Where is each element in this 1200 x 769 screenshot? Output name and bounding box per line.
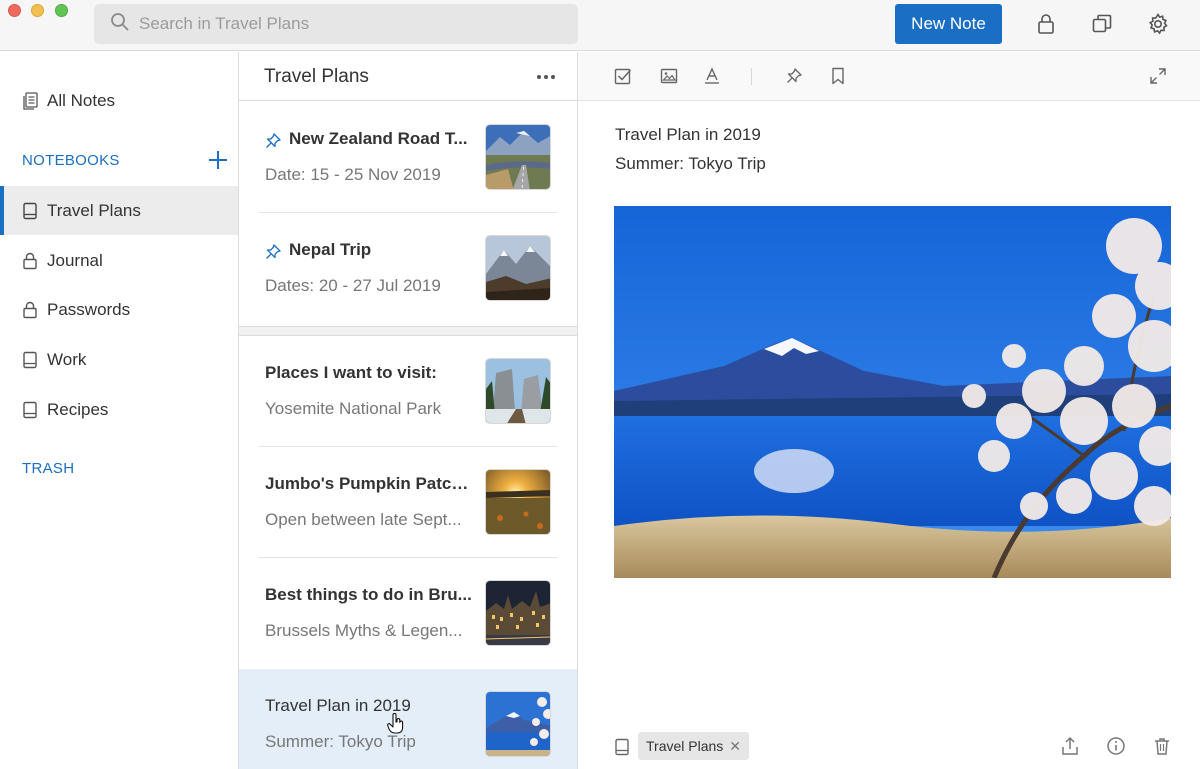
title-bar: New Note (0, 0, 1200, 51)
search-icon (110, 12, 129, 36)
note-editor: Travel Plan in 2019 Summer: Tokyo Trip T… (578, 52, 1200, 769)
hand-cursor-icon (387, 713, 405, 735)
sidebar-item-recipes[interactable]: Recipes (0, 385, 238, 434)
notebook-icon (21, 351, 39, 369)
sidebar-item-trash[interactable]: TRASH (22, 460, 74, 477)
pin-note-icon[interactable] (784, 66, 804, 86)
sidebar-item-label: Passwords (47, 299, 131, 319)
sidebar-item-label: Work (47, 349, 87, 369)
note-list: Travel Plans New Zealand Road T... Date:… (239, 52, 578, 769)
remove-tag-icon[interactable]: ✕ (729, 738, 741, 755)
new-note-button[interactable]: New Note (895, 4, 1002, 44)
note-image-mount-fuji[interactable] (614, 206, 1171, 578)
trash-icon[interactable] (1152, 736, 1172, 756)
note-thumbnail-fuji (485, 691, 551, 757)
search-input[interactable] (139, 14, 559, 34)
note-subtitle: Date: 15 - 25 Nov 2019 (265, 165, 441, 184)
note-subtitle: Brussels Myths & Legen... (265, 621, 463, 640)
note-list-item[interactable]: Places I want to visit: Yosemite Nationa… (239, 336, 577, 447)
sidebar-item-label: Journal (47, 250, 103, 270)
zoom-window-button[interactable] (55, 4, 68, 17)
lock-icon[interactable] (1034, 12, 1058, 36)
toolbar-divider (751, 68, 752, 85)
pinned-section-divider (239, 326, 577, 336)
notebook-tag-label: Travel Plans (646, 738, 724, 754)
note-thumbnail-mountains (485, 235, 551, 301)
settings-gear-icon[interactable] (1146, 12, 1170, 36)
note-list-header: Travel Plans (239, 52, 577, 101)
note-title: Travel Plan in 2019 (265, 696, 411, 715)
note-subtitle: Dates: 20 - 27 Jul 2019 (265, 276, 441, 295)
sidebar: All Notes NOTEBOOKS Travel Plans Journal… (0, 52, 239, 769)
note-list-item[interactable]: Jumbo's Pumpkin Patch... Open between la… (239, 447, 577, 558)
note-thumbnail-brussels (485, 580, 551, 646)
insert-image-icon[interactable] (659, 66, 679, 86)
note-title: Places I want to visit: (265, 363, 437, 382)
sidebar-item-passwords[interactable]: Passwords (0, 285, 238, 334)
note-title: Nepal Trip (289, 240, 372, 259)
expand-icon[interactable] (1148, 66, 1168, 86)
note-list-item[interactable]: Best things to do in Bru... Brussels Myt… (239, 558, 577, 669)
note-subtitle: Yosemite National Park (265, 399, 442, 418)
note-thumbnail-yosemite (485, 358, 551, 424)
notebooks-heading: NOTEBOOKS (22, 152, 120, 169)
note-thumbnail-pumpkin-patch (485, 469, 551, 535)
sidebar-item-label: Recipes (47, 399, 109, 419)
sidebar-item-all-notes[interactable]: All Notes (0, 76, 238, 125)
note-list-item[interactable]: New Zealand Road T... Date: 15 - 25 Nov … (239, 102, 577, 213)
checkbox-icon[interactable] (613, 66, 633, 86)
notebook-icon (21, 401, 39, 419)
editor-title-line[interactable]: Travel Plan in 2019 (615, 125, 761, 145)
search-bar[interactable] (94, 4, 578, 44)
note-subtitle: Open between late Sept... (265, 510, 462, 529)
note-list-item-selected[interactable]: Travel Plan in 2019 Summer: Tokyo Trip (239, 669, 577, 769)
pin-icon (264, 243, 282, 261)
notebook-icon (21, 202, 39, 220)
lock-icon (21, 252, 39, 270)
info-icon[interactable] (1106, 736, 1126, 756)
sidebar-item-work[interactable]: Work (0, 335, 238, 384)
editor-subtitle-line[interactable]: Summer: Tokyo Trip (615, 154, 766, 174)
sidebar-item-label: All Notes (47, 90, 116, 110)
add-notebook-plus-icon[interactable] (207, 149, 229, 171)
pin-icon (264, 132, 282, 150)
note-list-item[interactable]: Nepal Trip Dates: 20 - 27 Jul 2019 (239, 213, 577, 324)
duplicate-window-icon[interactable] (1090, 12, 1114, 36)
note-thumbnail-road (485, 124, 551, 190)
note-subtitle: Summer: Tokyo Trip (265, 732, 416, 751)
note-title: Best things to do in Bru... (265, 585, 472, 604)
editor-toolbar (578, 52, 1200, 101)
close-window-button[interactable] (8, 4, 21, 17)
lock-icon (21, 301, 39, 319)
more-options-icon[interactable] (535, 68, 557, 86)
minimize-window-button[interactable] (31, 4, 44, 17)
notebook-tag[interactable]: Travel Plans ✕ (638, 732, 750, 760)
share-export-icon[interactable] (1060, 736, 1080, 756)
notebook-icon (614, 738, 630, 756)
note-title: New Zealand Road T... (289, 129, 468, 148)
sidebar-item-journal[interactable]: Journal (0, 236, 238, 285)
all-notes-icon (21, 91, 39, 110)
note-list-title: Travel Plans (264, 66, 369, 87)
note-title: Jumbo's Pumpkin Patch... (265, 474, 475, 493)
text-format-icon[interactable] (702, 66, 722, 86)
sidebar-item-travel-plans[interactable]: Travel Plans (0, 186, 238, 235)
bookmark-icon[interactable] (828, 66, 848, 86)
sidebar-item-label: Travel Plans (47, 200, 141, 220)
